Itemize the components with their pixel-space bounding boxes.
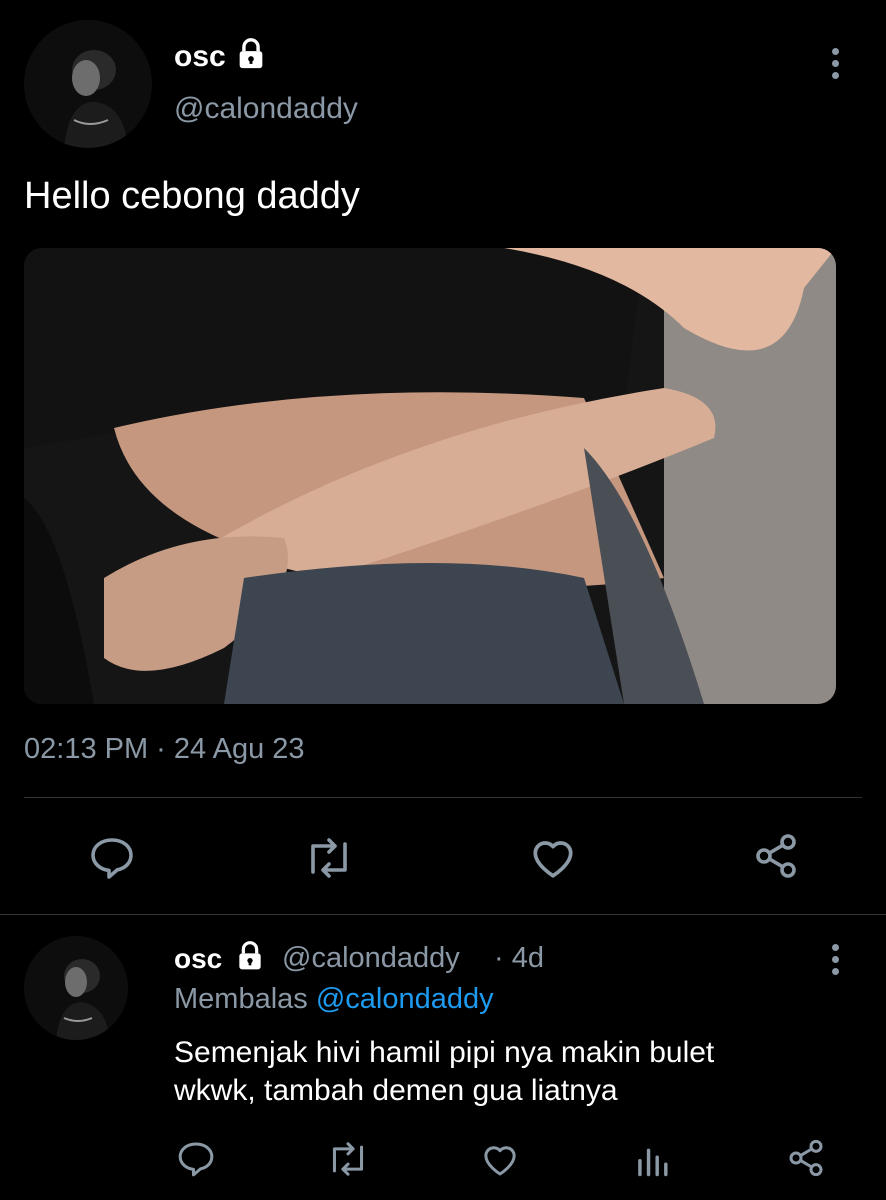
reply-age: · 4d [494,942,544,974]
author-avatar[interactable] [24,20,152,148]
reply-author-avatar[interactable] [24,936,128,1040]
reply-icon[interactable] [88,836,136,880]
more-vertical-icon[interactable] [830,48,840,84]
heart-icon[interactable] [528,834,578,880]
heart-icon[interactable] [480,1140,520,1178]
reply-icon[interactable] [176,1140,216,1178]
reply-author-handle[interactable]: @calondaddy [282,942,460,974]
tweet-photo[interactable] [24,248,836,704]
tweet-text: Hello cebong daddy [24,175,360,217]
retweet-icon[interactable] [326,1140,370,1178]
reply-text-line-1: Semenjak hivi hamil pipi nya makin bulet [174,1036,715,1069]
replying-to-line: Membalas @calondaddy [174,982,494,1016]
reply-author-name[interactable]: osc [174,943,222,975]
author-name[interactable]: osc [174,40,226,74]
author-handle[interactable]: @calondaddy [174,92,358,126]
divider [24,797,862,798]
divider [0,914,886,915]
more-vertical-icon[interactable] [830,944,840,980]
reply-text-line-2: wkwk, tambah demen gua liatnya [174,1074,618,1107]
lock-icon [234,940,266,977]
lock-icon [234,37,268,76]
tweet-timestamp: 02:13 PM · 24 Agu 23 [24,733,305,765]
retweet-icon[interactable] [303,836,355,880]
share-icon[interactable] [752,832,800,880]
replying-to-label: Membalas [174,983,308,1015]
share-icon[interactable] [786,1138,826,1178]
replying-to-handle[interactable]: @calondaddy [316,983,494,1015]
analytics-icon[interactable] [634,1140,670,1178]
